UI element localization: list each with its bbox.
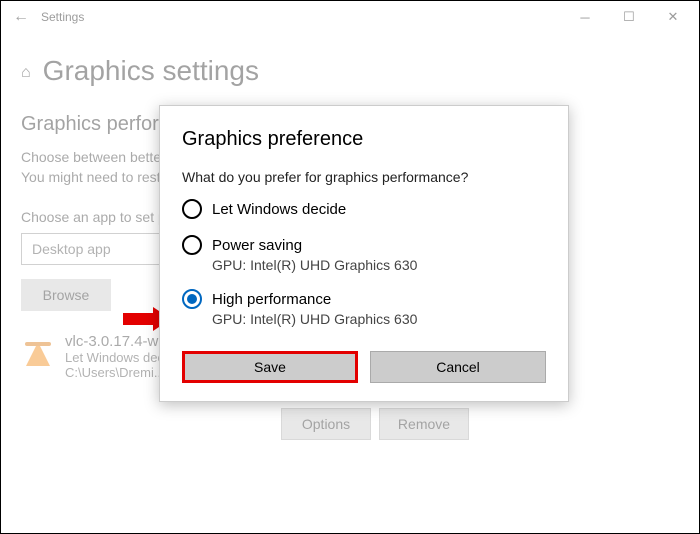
- radio-sublabel: GPU: Intel(R) UHD Graphics 630: [212, 311, 546, 327]
- radio-label: Power saving: [212, 237, 302, 254]
- dialog-question: What do you prefer for graphics performa…: [182, 169, 546, 185]
- dialog-title: Graphics preference: [182, 128, 546, 151]
- save-button[interactable]: Save: [182, 351, 358, 383]
- cancel-button[interactable]: Cancel: [370, 351, 546, 383]
- radio-option-default[interactable]: Let Windows decide: [182, 199, 546, 219]
- radio-icon: [182, 235, 202, 255]
- radio-label: High performance: [212, 291, 331, 308]
- radio-icon: [182, 199, 202, 219]
- radio-icon-selected: [182, 289, 202, 309]
- radio-label: Let Windows decide: [212, 201, 346, 218]
- radio-option-power-saving[interactable]: Power saving: [182, 235, 546, 255]
- radio-option-high-performance[interactable]: High performance: [182, 289, 546, 309]
- radio-sublabel: GPU: Intel(R) UHD Graphics 630: [212, 257, 546, 273]
- graphics-preference-dialog: Graphics preference What do you prefer f…: [159, 105, 569, 402]
- settings-window: ← Settings ─ ☐ ✕ ⌂ Graphics settings Gra…: [0, 0, 700, 534]
